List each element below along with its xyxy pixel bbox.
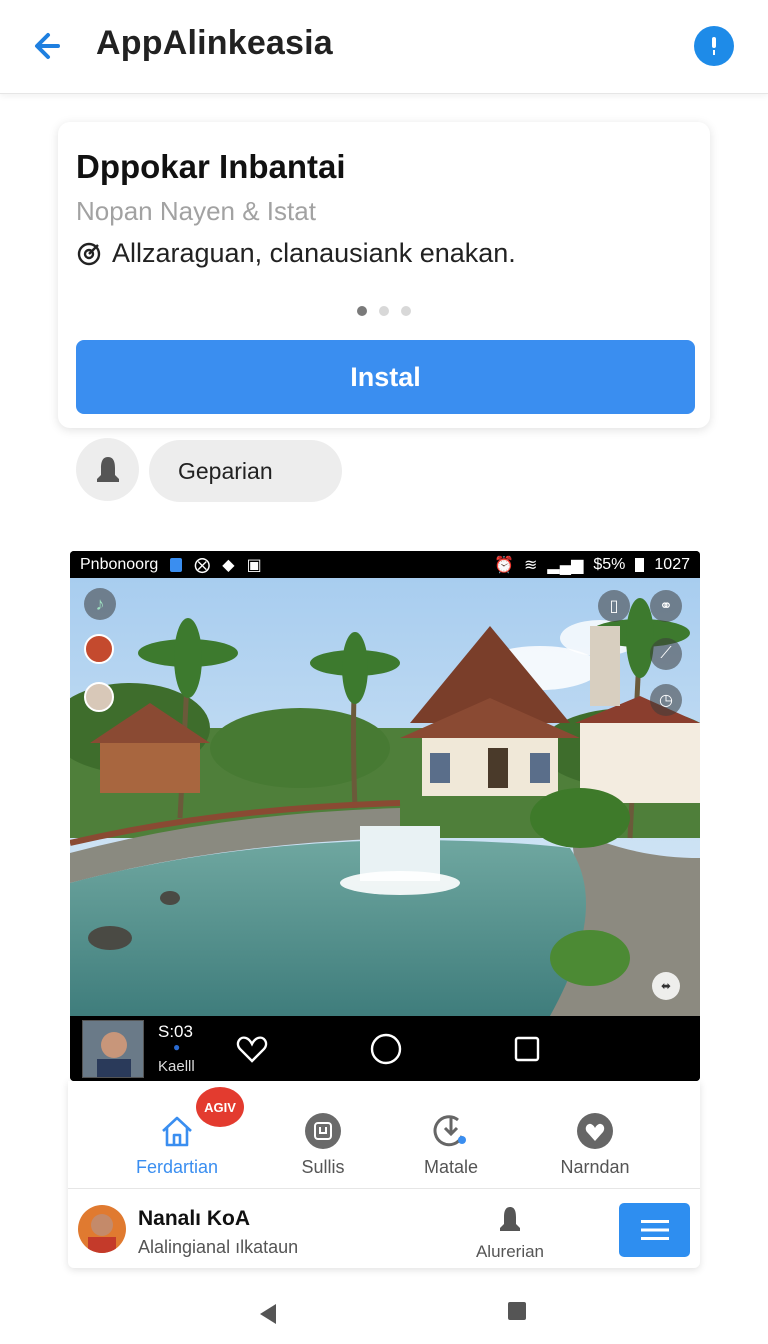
app-card: Dppokar Inbantai Nopan Nayen & Istat All… — [58, 122, 710, 428]
recents-square-icon[interactable] — [514, 1036, 540, 1062]
expand-icon: ⬌ — [660, 979, 672, 993]
call-status-icon: ● — [173, 1040, 181, 1054]
notification-badge: AGIV — [196, 1087, 244, 1127]
copy-button[interactable]: ▯ — [598, 590, 630, 622]
timer-button[interactable]: ◷ — [650, 684, 682, 716]
edit-button[interactable]: ⟋ — [650, 638, 682, 670]
app-name: Dppokar Inbantai — [76, 148, 346, 185]
carousel-dot[interactable] — [401, 306, 411, 316]
pencil-icon: ⟋ — [660, 645, 672, 662]
arrow-left-icon — [35, 33, 60, 59]
heart-icon[interactable] — [236, 1034, 268, 1064]
tab-bar: Ferdartian Sullis Matale Narndan AGIV — [68, 1081, 700, 1188]
profile-name: Nanalı KoA — [138, 1207, 251, 1230]
home-icon — [162, 1116, 192, 1147]
tab-label: Ferdartian — [135, 1157, 219, 1177]
carousel-dot[interactable] — [357, 306, 367, 316]
avatar[interactable] — [84, 634, 114, 664]
home-circle-icon[interactable] — [370, 1033, 402, 1065]
bottom-panel: Ferdartian Sullis Matale Narndan AGIV Na… — [68, 1081, 700, 1268]
bell-icon — [96, 456, 119, 482]
app-notification-icon — [170, 557, 183, 572]
signal-icon: ▂▄▆ — [547, 556, 584, 574]
status-carrier: Pnbonoorg — [80, 555, 159, 573]
travel-photo: ♪ ▯ ⚭ ⟋ ◷ ⬌ — [70, 578, 700, 1016]
status-time: 1027 — [654, 555, 690, 573]
share-button[interactable]: ⚭ — [650, 590, 682, 622]
tab-label: Sullis — [301, 1157, 345, 1177]
call-thumbnail[interactable] — [82, 1020, 144, 1078]
diamond-icon: ◆ — [222, 556, 235, 574]
status-bar: Pnbonoorg ⨂ ◆ ▣ ⏰ ≋ ▂▄▆ $5% 1027 — [70, 551, 700, 578]
bell-icon — [500, 1207, 520, 1231]
share-icon: ⚭ — [659, 598, 673, 615]
avatar[interactable] — [78, 1205, 126, 1253]
tab-download[interactable]: Matale — [386, 1111, 516, 1178]
copy-icon: ▯ — [609, 598, 619, 615]
tab-gallery[interactable]: Sullis — [258, 1111, 388, 1178]
music-note-icon: ♪ — [95, 593, 105, 614]
image-icon: ▣ — [246, 556, 262, 574]
recents-button[interactable] — [508, 1302, 526, 1320]
divider — [68, 1188, 700, 1189]
voice-search-button[interactable] — [694, 26, 734, 66]
mute-icon: ⨂ — [194, 556, 211, 574]
notification-chip[interactable] — [76, 438, 139, 501]
wifi-icon: ≋ — [524, 556, 538, 574]
avatar[interactable] — [84, 682, 114, 712]
tab-label: Narndan — [560, 1157, 630, 1177]
tab-label: Matale — [423, 1157, 479, 1177]
expand-button[interactable]: ⬌ — [652, 972, 680, 1000]
system-nav-bar — [0, 1278, 768, 1344]
app-description: Allzaraguan, clanausiank enakan. — [112, 238, 516, 268]
app-bar: AppAlinkeasia — [0, 0, 768, 94]
mic-icon — [712, 37, 716, 55]
app-description-row: Allzaraguan, clanausiank enakan. — [76, 238, 516, 269]
back-button[interactable] — [28, 26, 72, 66]
tab-favorites[interactable]: Narndan — [530, 1111, 660, 1178]
install-button[interactable]: Instal — [76, 340, 695, 414]
heart-shield-icon — [577, 1113, 613, 1149]
download-icon — [433, 1115, 466, 1147]
timer-icon: ◷ — [659, 692, 673, 709]
app-title: AppAlinkeasia — [96, 24, 333, 62]
call-name: Kaelll — [158, 1058, 195, 1075]
profile-subtitle: Alalingianal ılkataun — [138, 1237, 299, 1257]
music-button[interactable]: ♪ — [84, 588, 116, 620]
carousel-dots — [58, 306, 710, 316]
battery-icon — [635, 557, 645, 572]
target-icon — [77, 242, 101, 265]
action-label: Alurerian — [475, 1242, 545, 1261]
category-chip[interactable]: Geparian — [149, 440, 342, 502]
alert-action[interactable]: Alurerian — [468, 1205, 552, 1262]
call-time: S:03 — [158, 1022, 193, 1041]
menu-icon — [640, 1220, 669, 1240]
app-developer: Nopan Nayen & Istat — [76, 196, 316, 226]
back-triangle-icon[interactable] — [258, 1302, 278, 1326]
gallery-icon — [305, 1113, 341, 1149]
menu-button[interactable] — [619, 1203, 690, 1257]
battery-percent: $5% — [593, 555, 626, 573]
carousel-dot[interactable] — [379, 306, 389, 316]
alarm-icon: ⏰ — [494, 556, 515, 574]
preview-screenshot[interactable]: Pnbonoorg ⨂ ◆ ▣ ⏰ ≋ ▂▄▆ $5% 1027 ♪ ▯ ⚭ ⟋… — [70, 551, 700, 1081]
preview-nav-bar: S:03 ● Kaelll — [70, 1016, 700, 1081]
